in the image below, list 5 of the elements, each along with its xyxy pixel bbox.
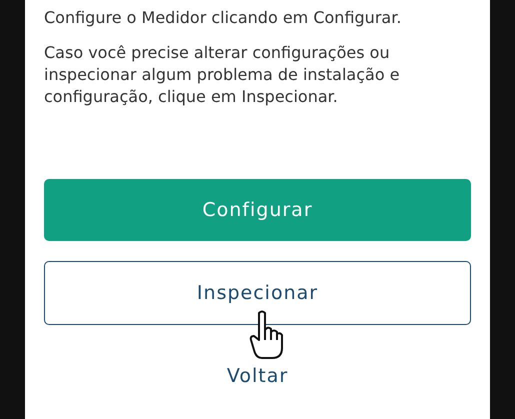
hand-cursor-icon [248,310,286,360]
secondary-button[interactable]: Inspecionar [44,261,471,325]
instruction-text: Configure o Medidor clicando em Configurar. [44,7,402,29]
back-link[interactable]: Voltar [226,365,288,387]
instruction-text: Caso você precise alterar configurações ou inspecionar algum problema de instalação e configuração, clique em Inspecionar. [44,42,401,108]
